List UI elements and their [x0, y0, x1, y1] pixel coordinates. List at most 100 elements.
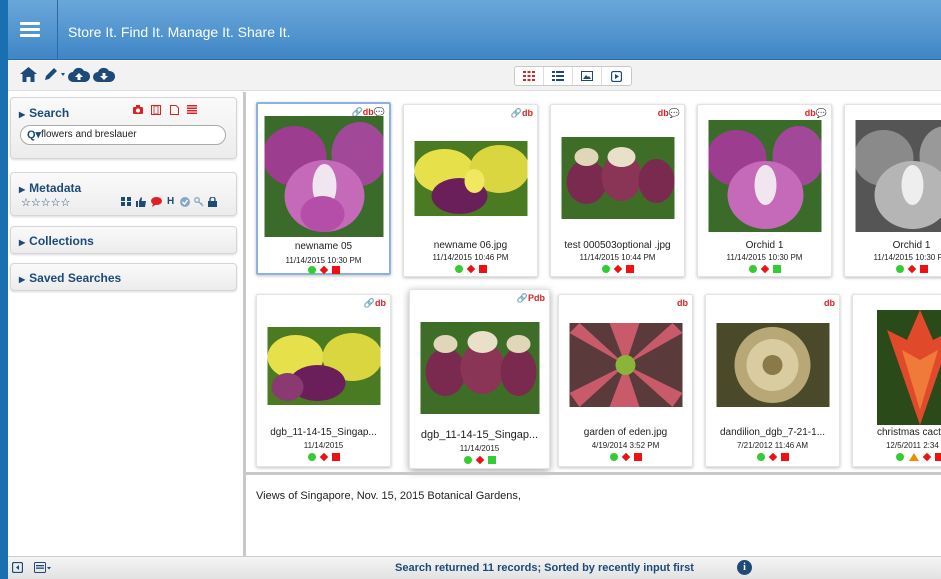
app-tagline: Store It. Find It. Manage It. Share It. — [68, 24, 291, 40]
metadata-panel-header[interactable]: ▶ Metadata — [19, 181, 81, 195]
status-dot-icon — [601, 265, 610, 273]
rating-stars[interactable]: ☆☆☆☆☆ — [21, 196, 70, 209]
collections-panel[interactable]: ▶ Collections — [10, 226, 237, 254]
description-splitter[interactable] — [246, 472, 941, 475]
record-badges: db💬 — [657, 108, 680, 118]
record-thumbnail[interactable] — [561, 137, 674, 219]
collapse-sidebar-icon[interactable] — [11, 561, 24, 576]
record-name: newname 05 — [294, 241, 353, 252]
status-dot-icon — [463, 456, 472, 464]
status-dot-icon — [307, 453, 316, 461]
record-name: christmas cactus bl — [876, 427, 941, 438]
metadata-panel: ▶ Metadata ☆☆☆☆☆ H — [10, 172, 237, 216]
record-name: garden of eden.jpg — [583, 427, 668, 438]
thumbs-up-icon[interactable] — [136, 197, 146, 210]
view-mode-group — [514, 66, 632, 86]
document-icon[interactable] — [169, 105, 179, 115]
record-badges: 🔗db — [510, 108, 533, 118]
camera-icon[interactable] — [133, 105, 143, 115]
record-card[interactable]: 🔗db newname 06.jpg 11/14/2015 10:46 PM — [403, 104, 538, 277]
caret-right-icon: ▶ — [19, 185, 26, 194]
record-thumbnail[interactable] — [708, 120, 821, 232]
grid-view-icon[interactable] — [515, 67, 544, 85]
record-thumbnail[interactable] — [855, 120, 941, 232]
record-card[interactable]: Orchid 1 11/14/2015 10:30 PM — [844, 104, 941, 277]
key-icon[interactable] — [194, 197, 204, 210]
lock-icon[interactable] — [208, 196, 217, 210]
search-query: flowers and breslauer — [41, 129, 137, 140]
search-icon[interactable]: Q▾ — [27, 126, 41, 144]
record-thumbnail[interactable] — [420, 322, 539, 414]
record-date: 11/14/2015 — [459, 444, 500, 453]
record-date: 11/14/2015 10:30 PM — [285, 256, 362, 265]
list-view-icon[interactable] — [544, 67, 573, 85]
record-badges: db — [677, 298, 688, 308]
top-banner: Store It. Find It. Manage It. Share It. — [8, 0, 941, 60]
edit-icon[interactable] — [42, 67, 68, 84]
record-card[interactable]: 🔗db💬 newname 05 11/14/2015 10:30 PM — [256, 102, 391, 275]
search-panel-title: Search — [29, 106, 70, 120]
status-square-icon — [633, 453, 642, 461]
record-name: newname 06.jpg — [433, 240, 508, 251]
record-date: 4/19/2014 3:52 PM — [591, 441, 660, 450]
record-date: 11/14/2015 10:30 PM — [873, 253, 941, 262]
slideshow-view-icon[interactable] — [602, 67, 631, 85]
record-thumbnail[interactable] — [267, 327, 380, 405]
download-cloud-icon[interactable] — [93, 67, 116, 84]
caret-right-icon: ▶ — [19, 275, 26, 284]
record-date: 11/14/2015 10:30 PM — [726, 253, 803, 262]
record-card[interactable]: christmas cactus bl 12/5/2011 2:34 PM — [852, 294, 941, 467]
image-view-icon[interactable] — [573, 67, 602, 85]
collections-panel-header[interactable]: ▶ Collections — [19, 234, 94, 248]
home-icon[interactable] — [19, 67, 37, 84]
status-square-icon — [625, 265, 634, 273]
film-icon[interactable] — [151, 105, 161, 115]
record-card[interactable]: db💬 Orchid 1 11/14/2015 10:30 PM — [697, 104, 832, 277]
upload-cloud-icon[interactable] — [68, 67, 91, 84]
status-square-icon — [935, 453, 941, 461]
record-thumbnail[interactable] — [876, 310, 941, 425]
check-icon[interactable] — [180, 197, 190, 210]
saved-searches-panel-header[interactable]: ▶ Saved Searches — [19, 271, 121, 285]
record-card[interactable]: db💬 test 000503optional .jpg 11/14/2015 … — [550, 104, 685, 277]
status-diamond-icon — [907, 264, 916, 274]
menu-icon[interactable] — [20, 22, 40, 38]
record-name: dandilion_dgb_7-21-1... — [719, 427, 826, 438]
saved-searches-panel[interactable]: ▶ Saved Searches — [10, 263, 237, 291]
record-thumbnail[interactable] — [264, 116, 383, 237]
status-square-icon — [331, 266, 340, 274]
comment-icon[interactable] — [151, 197, 162, 210]
caret-right-icon: ▶ — [19, 110, 26, 119]
search-panel-header[interactable]: ▶ Search — [19, 106, 69, 120]
panel-menu-icon[interactable] — [34, 562, 52, 576]
status-diamond-icon — [768, 452, 777, 462]
record-badges: db💬 — [804, 108, 827, 118]
status-square-icon — [919, 265, 928, 273]
results-grid: 🔗db💬 newname 05 11/14/2015 10:30 PM 🔗db … — [246, 92, 941, 472]
record-thumbnail[interactable] — [414, 141, 527, 216]
record-card[interactable]: db garden of eden.jpg 4/19/2014 3:52 PM — [558, 294, 693, 467]
status-square-icon — [780, 453, 789, 461]
record-name: test 000503optional .jpg — [564, 240, 671, 251]
record-status — [853, 452, 941, 462]
status-diamond-icon — [613, 264, 622, 274]
record-name: dgb_11-14-15_Singap... — [270, 427, 377, 438]
status-dot-icon — [895, 265, 904, 273]
h-icon[interactable]: H — [167, 197, 174, 207]
record-card[interactable]: 🔗db dgb_11-14-15_Singap... 11/14/2015 — [256, 294, 391, 467]
record-card[interactable]: 🔗Pdb dgb_11-14-15_Singap... 11/14/2015 — [409, 289, 550, 469]
record-card[interactable]: db dandilion_dgb_7-21-1... 7/21/2012 11:… — [705, 294, 840, 467]
search-input[interactable]: Q▾ flowers and breslauer — [20, 125, 226, 145]
grid-icon[interactable] — [121, 197, 131, 209]
record-status — [410, 455, 549, 465]
record-thumbnail[interactable] — [716, 323, 829, 407]
list-icon[interactable] — [187, 105, 197, 115]
status-bar: Search returned 11 records; Sorted by re… — [8, 556, 941, 579]
collections-panel-title: Collections — [29, 234, 94, 248]
info-icon[interactable]: i — [737, 560, 752, 575]
status-diamond-icon — [475, 455, 484, 465]
record-thumbnail[interactable] — [569, 323, 682, 407]
status-dot-icon — [748, 265, 757, 273]
record-date: 12/5/2011 2:34 PM — [885, 441, 941, 450]
record-badges: 🔗Pdb — [516, 293, 545, 303]
